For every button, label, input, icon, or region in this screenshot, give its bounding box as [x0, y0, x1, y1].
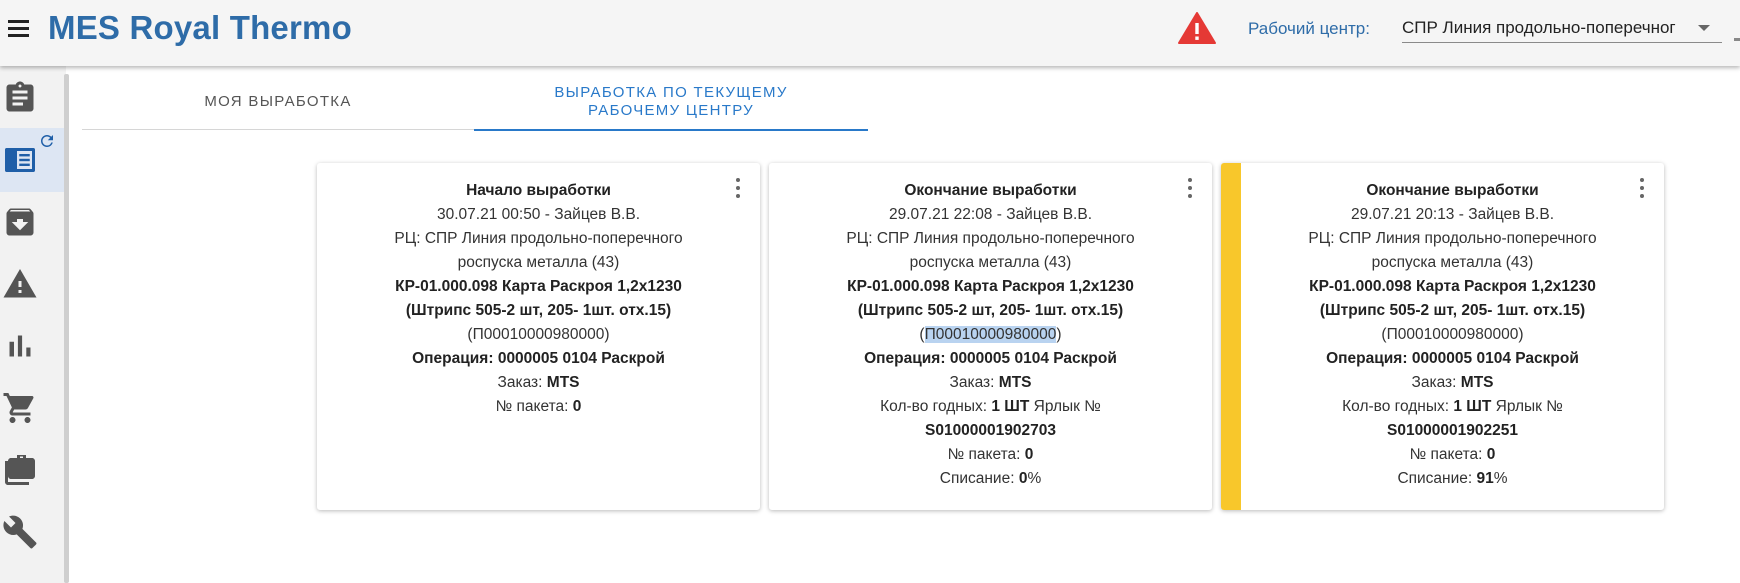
card-code: П00010000980000 — [1386, 326, 1519, 343]
card-writeoff-unit: % — [1027, 470, 1042, 487]
refresh-icon — [41, 135, 53, 147]
card-body: Окончание выработки 29.07.21 20:13 - Зай… — [1241, 179, 1664, 491]
card-tag-label: Ярлык № — [1033, 398, 1101, 415]
work-center-select[interactable]: СПР Линия продольно-поперечног — [1402, 13, 1722, 43]
chevron-down-icon — [1698, 25, 1710, 31]
sidebar-scrollbar[interactable] — [64, 74, 69, 583]
card-rc-line1: РЦ: СПР Линия продольно-поперечного — [1308, 230, 1597, 247]
card-tag-value: S01000001902703 — [924, 422, 1057, 439]
sidebar-item-archive[interactable] — [0, 190, 64, 254]
card-map-line2: (Штрипс 505-2 шт, 205- 1шт. отх.15) — [857, 302, 1124, 319]
card-order-label: Заказ: — [949, 374, 995, 391]
card-datetime-user: 29.07.21 22:08 - Зайцев В.В. — [889, 206, 1092, 223]
output-card[interactable]: Окончание выработки 29.07.21 22:08 - Зай… — [769, 163, 1212, 510]
bar-chart-icon — [9, 335, 31, 357]
card-qty-label: Кол-во годных: — [1342, 398, 1450, 415]
card-order-label: Заказ: — [497, 374, 543, 391]
card-rc-line2: роспуска металла (43) — [457, 254, 620, 271]
wrench-icon — [3, 515, 37, 549]
card-body: Окончание выработки 29.07.21 22:08 - Зай… — [769, 179, 1212, 491]
card-title: Окончание выработки — [904, 182, 1077, 199]
archive-icon — [6, 208, 34, 236]
sidebar-item-tasks[interactable] — [0, 66, 64, 130]
work-center-label: Рабочий центр: — [1248, 19, 1370, 38]
card-code-suffix: ) — [604, 326, 610, 343]
tab-work-center-output-label: ВЫРАБОТКА ПО ТЕКУЩЕМУ РАБОЧЕМУ ЦЕНТРУ — [554, 83, 788, 119]
tab-work-center-output[interactable]: ВЫРАБОТКА ПО ТЕКУЩЕМУ РАБОЧЕМУ ЦЕНТРУ — [474, 74, 868, 131]
card-tag-label: Ярлык № — [1495, 398, 1563, 415]
card-title: Окончание выработки — [1366, 182, 1539, 199]
card-rc-line2: роспуска металла (43) — [909, 254, 1072, 271]
card-code-selected[interactable]: П00010000980000 — [924, 326, 1057, 343]
card-datetime-user: 29.07.21 20:13 - Зайцев В.В. — [1351, 206, 1554, 223]
clipboard-icon — [6, 81, 34, 112]
sidebar-item-materials[interactable] — [0, 438, 64, 502]
card-writeoff-value: 91 — [1476, 470, 1494, 487]
card-package-value: 0 — [572, 398, 582, 415]
card-order-value: MTS — [546, 374, 580, 391]
card-package-label: № пакета: — [947, 446, 1021, 463]
cart-icon — [3, 393, 34, 423]
card-map-line2: (Штрипс 505-2 шт, 205- 1шт. отх.15) — [405, 302, 672, 319]
card-writeoff-label: Списание: — [939, 470, 1015, 487]
card-map-line1: КР-01.000.098 Карта Раскроя 1,2х1230 — [847, 278, 1134, 295]
app-title: MES Royal Thermo — [48, 9, 352, 46]
status-stripe — [1221, 163, 1241, 510]
header-edge-mark — [1734, 38, 1740, 41]
card-order-value: MTS — [998, 374, 1032, 391]
sidebar-item-output[interactable] — [0, 128, 64, 192]
tab-my-output[interactable]: МОЯ ВЫРАБОТКА — [82, 74, 474, 130]
output-card[interactable]: Начало выработки 30.07.21 00:50 - Зайцев… — [317, 163, 760, 510]
card-operation: Операция: 0000005 0104 Раскрой — [412, 350, 665, 367]
card-rc-line1: РЦ: СПР Линия продольно-поперечного — [394, 230, 683, 247]
list-icon — [5, 148, 35, 172]
card-code-suffix: ) — [1056, 326, 1062, 343]
card-operation: Операция: 0000005 0104 Раскрой — [864, 350, 1117, 367]
card-operation: Операция: 0000005 0104 Раскрой — [1326, 350, 1579, 367]
card-qty-label: Кол-во годных: — [880, 398, 988, 415]
card-map-line1: КР-01.000.098 Карта Раскроя 1,2х1230 — [1309, 278, 1596, 295]
card-package-label: № пакета: — [495, 398, 569, 415]
card-datetime-user: 30.07.21 00:50 - Зайцев В.В. — [437, 206, 640, 223]
sidebar-item-orders[interactable] — [0, 376, 64, 440]
card-rc-line2: роспуска металла (43) — [1371, 254, 1534, 271]
card-qty-value: 1 ШТ — [991, 398, 1030, 415]
work-center-value: СПР Линия продольно-поперечног — [1402, 18, 1676, 37]
card-qty-value: 1 ШТ — [1453, 398, 1492, 415]
menu-icon[interactable] — [8, 17, 30, 39]
warning-icon — [3, 269, 37, 298]
card-code: П00010000980000 — [472, 326, 605, 343]
output-card[interactable]: Окончание выработки 29.07.21 20:13 - Зай… — [1221, 163, 1664, 510]
card-order-label: Заказ: — [1411, 374, 1457, 391]
sidebar-item-maintenance[interactable] — [0, 500, 64, 564]
tabs: МОЯ ВЫРАБОТКА ВЫРАБОТКА ПО ТЕКУЩЕМУ РАБО… — [82, 74, 868, 131]
card-writeoff-label: Списание: — [1397, 470, 1473, 487]
app-header: MES Royal Thermo Рабочий центр: СПР Лини… — [0, 0, 1740, 66]
card-package-value: 0 — [1024, 446, 1034, 463]
sidebar — [0, 66, 66, 583]
card-title: Начало выработки — [466, 182, 611, 199]
card-order-value: MTS — [1460, 374, 1494, 391]
card-body: Начало выработки 30.07.21 00:50 - Зайцев… — [317, 179, 760, 419]
card-writeoff-unit: % — [1493, 470, 1508, 487]
card-map-line1: КР-01.000.098 Карта Раскроя 1,2х1230 — [395, 278, 682, 295]
card-code-suffix: ) — [1518, 326, 1524, 343]
card-package-label: № пакета: — [1409, 446, 1483, 463]
card-map-line2: (Штрипс 505-2 шт, 205- 1шт. отх.15) — [1319, 302, 1586, 319]
warning-icon[interactable] — [1177, 11, 1217, 45]
sidebar-item-incidents[interactable] — [0, 252, 64, 316]
card-package-value: 0 — [1486, 446, 1496, 463]
card-tag-value: S01000001902251 — [1386, 422, 1519, 439]
card-rc-line1: РЦ: СПР Линия продольно-поперечного — [846, 230, 1135, 247]
sidebar-item-reports[interactable] — [0, 314, 64, 378]
briefcase-icon — [5, 455, 35, 485]
card-code-prefix: ( — [919, 326, 925, 343]
